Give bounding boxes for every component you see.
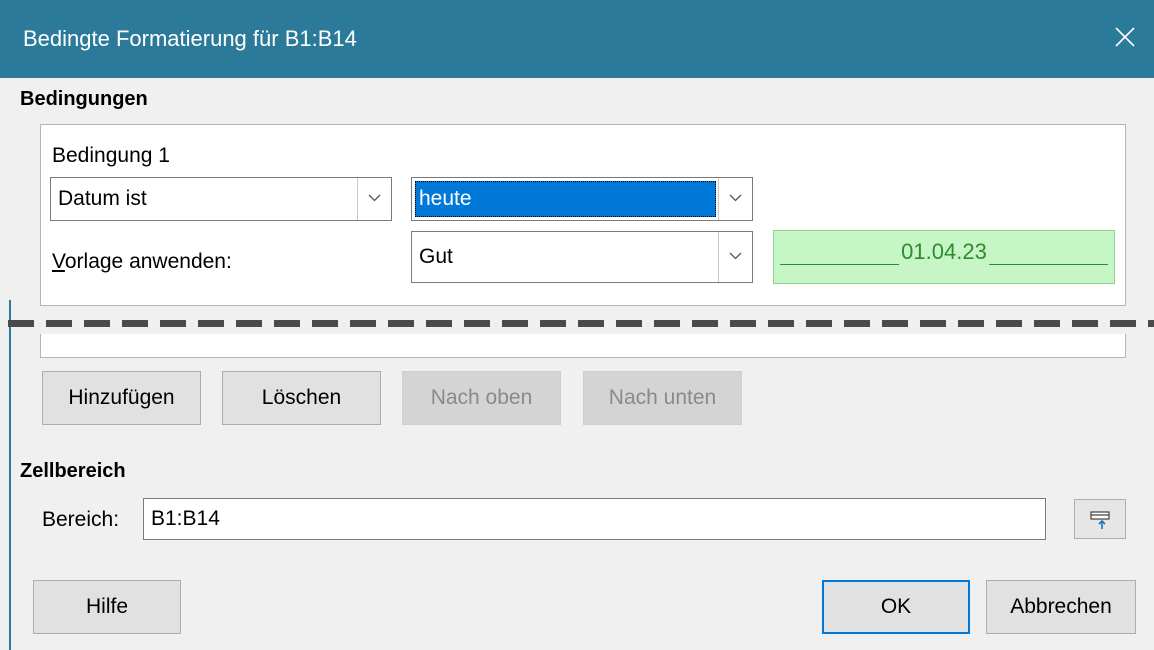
style-label: Vorlage anwenden: [52, 250, 232, 273]
style-dropdown[interactable]: Gut [411, 231, 753, 283]
range-label: Bereich: [42, 508, 120, 531]
delete-button-label: Löschen [261, 386, 342, 409]
date-condition-arrow[interactable] [718, 178, 752, 220]
help-button[interactable]: Hilfe [33, 580, 181, 634]
cancel-button-label: Abbrechen [1010, 595, 1112, 618]
chevron-down-icon [729, 194, 742, 202]
title-bar: Bedingte Formatierung für B1:B14 [0, 0, 1154, 78]
window-edge [9, 300, 11, 650]
window-title: Bedingte Formatierung für B1:B14 [23, 26, 357, 51]
date-condition-dropdown[interactable]: heute [411, 177, 753, 221]
add-button-label: Hinzufügen [68, 386, 175, 409]
delete-button[interactable]: Löschen [222, 371, 381, 425]
content-cut-divider [8, 320, 1154, 327]
chevron-down-icon [368, 194, 381, 202]
shrink-range-button[interactable] [1074, 499, 1126, 539]
style-preview: 01.04.23 [773, 230, 1115, 284]
range-input[interactable]: B1:B14 [143, 498, 1046, 540]
range-value: B1:B14 [151, 507, 220, 530]
close-icon[interactable] [1114, 26, 1136, 48]
move-up-button[interactable]: Nach oben [402, 371, 561, 425]
move-down-button[interactable]: Nach unten [583, 371, 742, 425]
preview-text: 01.04.23 [899, 239, 989, 265]
condition-label: Bedingung 1 [52, 144, 170, 167]
condition-type-value: Datum ist [58, 187, 147, 210]
move-down-button-label: Nach unten [608, 386, 717, 409]
condition-type-arrow[interactable] [357, 178, 391, 220]
ok-button-label: OK [880, 595, 912, 618]
style-arrow[interactable] [718, 232, 752, 282]
chevron-down-icon [729, 252, 742, 260]
conditions-section-title: Bedingungen [20, 88, 148, 110]
conditions-list-continuation [40, 334, 1126, 358]
cell-range-section-title: Zellbereich [20, 460, 126, 482]
shrink-range-icon [1090, 511, 1110, 529]
cancel-button[interactable]: Abbrechen [986, 580, 1136, 634]
date-condition-value: heute [419, 187, 472, 210]
style-value: Gut [419, 245, 453, 268]
move-up-button-label: Nach oben [430, 386, 533, 409]
style-label-text: orlage anwenden: [64, 250, 232, 273]
add-button[interactable]: Hinzufügen [42, 371, 201, 425]
ok-button[interactable]: OK [822, 580, 970, 634]
help-button-label: Hilfe [85, 595, 128, 618]
condition-type-dropdown[interactable]: Datum ist [50, 177, 392, 221]
